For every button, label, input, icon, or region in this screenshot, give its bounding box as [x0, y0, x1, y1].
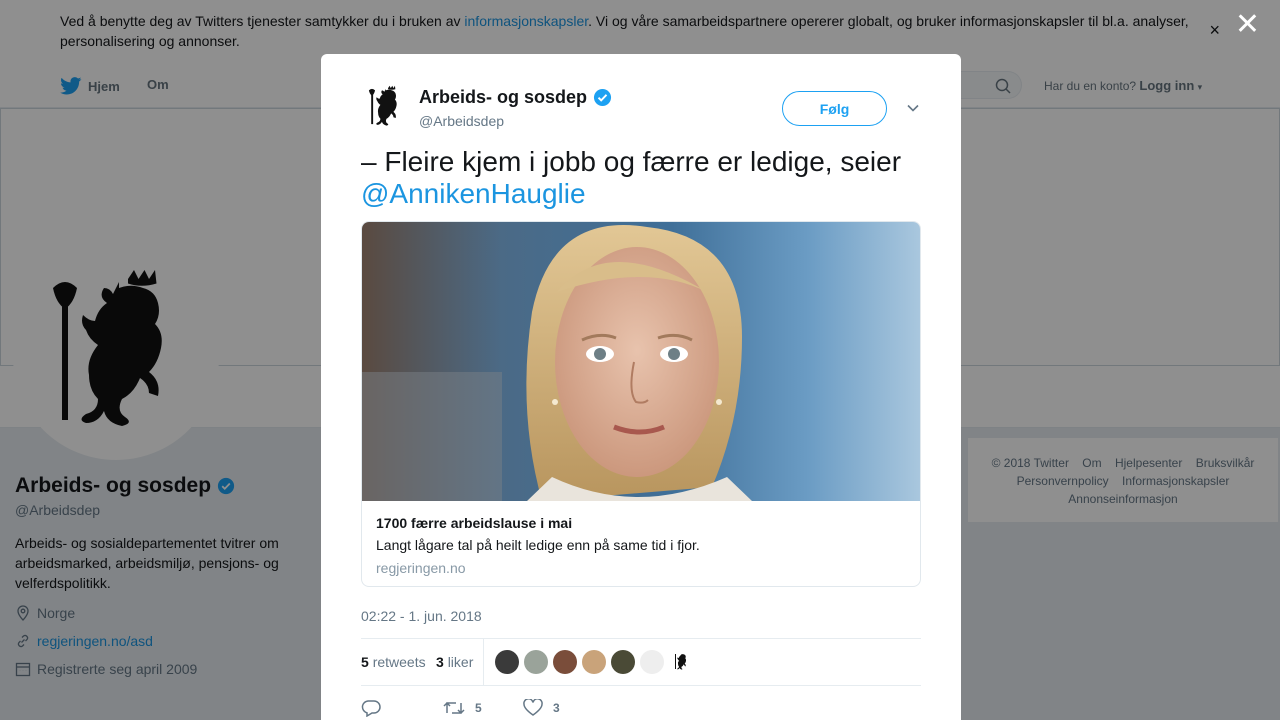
liker-avatar[interactable]: [553, 650, 577, 674]
retweets-stat[interactable]: 5 retweets: [361, 654, 426, 670]
likes-label: liker: [447, 654, 474, 670]
reply-icon: [361, 700, 381, 717]
card-description: Langt lågare tal på heilt ledige enn på …: [376, 537, 700, 553]
tweet-modal: Arbeids- og sosdep @Arbeidsdep Følg – Fl…: [321, 54, 961, 720]
likes-count: 3: [436, 654, 444, 670]
lion-coat-of-arms-icon: [675, 654, 687, 670]
tweet-timestamp[interactable]: 02:22 - 1. jun. 2018: [361, 608, 482, 624]
liker-avatar[interactable]: [495, 650, 519, 674]
stats-divider: [483, 639, 484, 685]
liker-avatar[interactable]: [582, 650, 606, 674]
retweet-icon: [443, 701, 465, 715]
reply-button[interactable]: [361, 699, 381, 717]
tweet-actions: 5 3: [361, 697, 921, 720]
tweet-author-name-text: Arbeids- og sosdep: [419, 87, 588, 107]
liker-avatar[interactable]: [669, 650, 693, 674]
verified-badge-icon: [593, 88, 612, 107]
liker-avatars: [495, 650, 693, 674]
tweet-author-name[interactable]: Arbeids- og sosdep: [419, 87, 612, 108]
retweets-label: retweets: [372, 654, 426, 670]
liker-avatar[interactable]: [524, 650, 548, 674]
likes-stat[interactable]: 3 liker: [436, 654, 473, 670]
tweet-text: – Fleire kjem i jobb og færre er ledige,…: [361, 146, 931, 210]
follow-button[interactable]: Følg: [782, 91, 887, 126]
tweet-text-body: – Fleire kjem i jobb og færre er ledige,…: [361, 146, 902, 177]
card-image: [362, 222, 920, 501]
card-domain: regjeringen.no: [376, 560, 466, 576]
retweet-count: 5: [475, 701, 482, 715]
liker-avatar[interactable]: [640, 650, 664, 674]
close-icon[interactable]: ✕: [1235, 10, 1260, 40]
tweet-mention-link[interactable]: @AnnikenHauglie: [361, 178, 586, 209]
card-title: 1700 færre arbeidslause i mai: [376, 515, 573, 531]
tweet-author-avatar[interactable]: [361, 84, 409, 132]
heart-icon: [523, 699, 543, 716]
lion-coat-of-arms-icon: [368, 85, 397, 126]
liker-avatar[interactable]: [611, 650, 635, 674]
like-count: 3: [553, 701, 560, 715]
tweet-stats: 5 retweets 3 liker: [361, 638, 921, 686]
chevron-down-icon[interactable]: [905, 100, 921, 116]
retweet-button[interactable]: 5: [443, 699, 482, 717]
link-card[interactable]: 1700 færre arbeidslause i mai Langt låga…: [361, 221, 921, 587]
retweets-count: 5: [361, 654, 369, 670]
tweet-author-handle[interactable]: @Arbeidsdep: [419, 113, 504, 129]
like-button[interactable]: 3: [523, 699, 560, 717]
